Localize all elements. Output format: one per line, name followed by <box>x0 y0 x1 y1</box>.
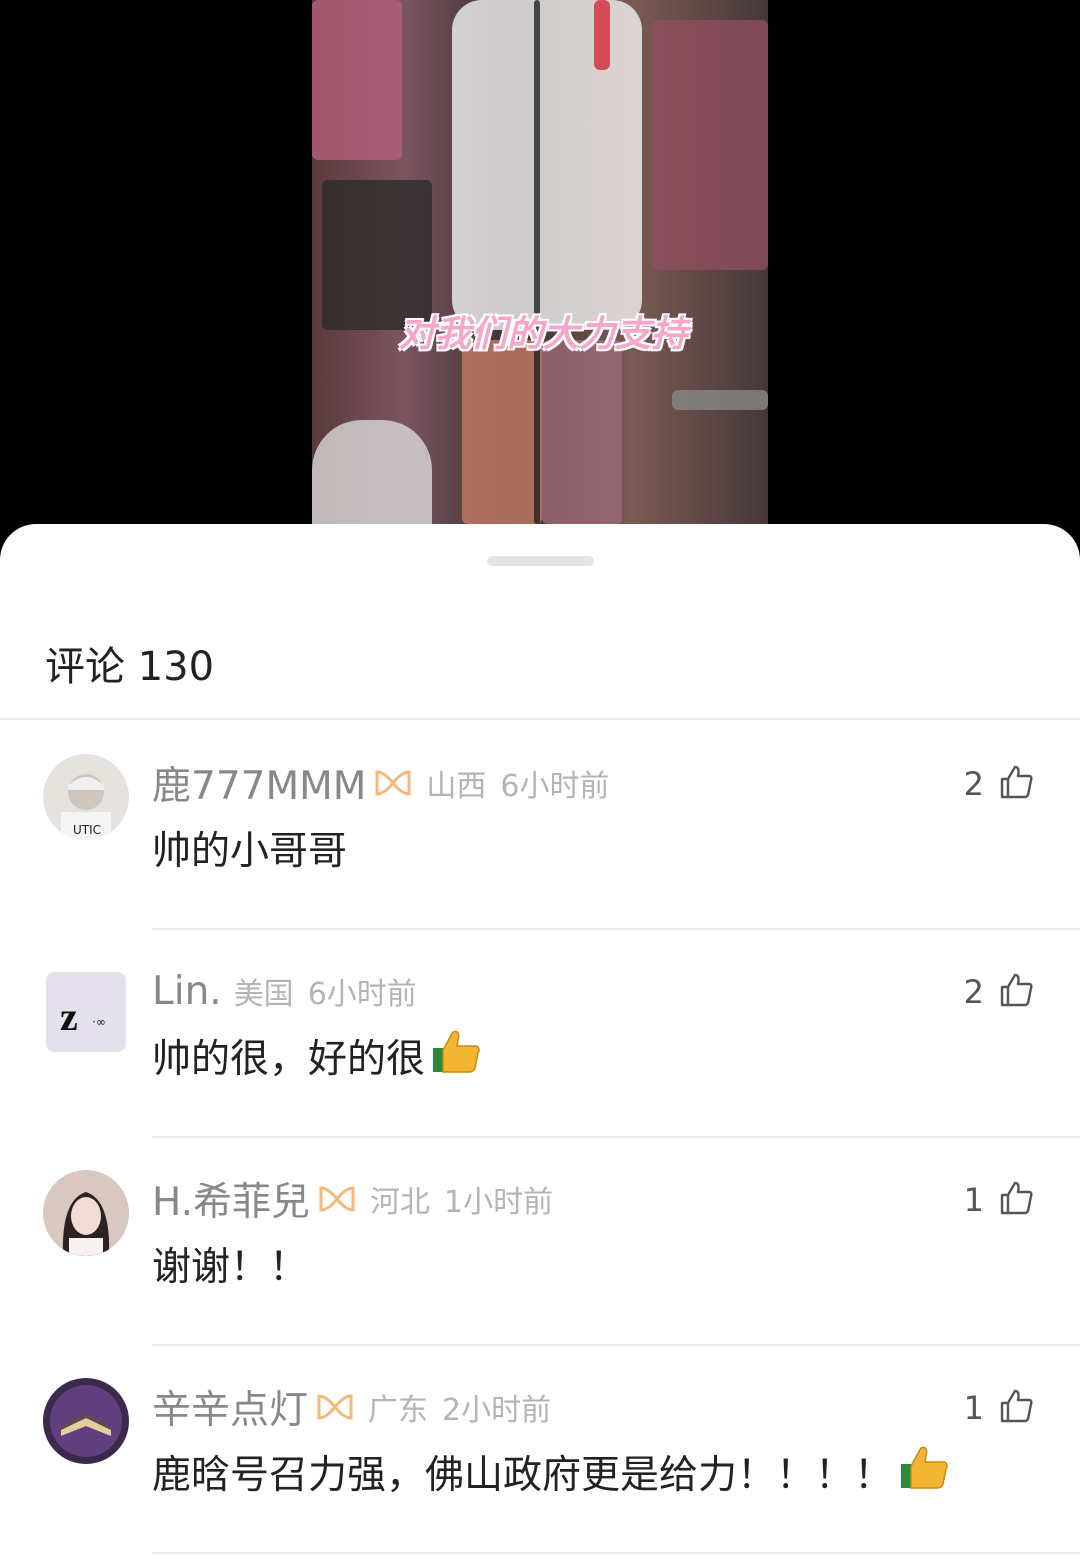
comment-text: 帅的小哥哥 <box>152 829 348 874</box>
video-subtitle: 对我们的大力支持 <box>398 314 687 355</box>
thumbs-up-icon <box>998 764 1034 804</box>
like-count: 1 <box>963 1181 984 1219</box>
username[interactable]: 鹿777MMM <box>152 755 366 811</box>
header-divider <box>0 718 1080 720</box>
row-divider <box>152 1552 1080 1554</box>
video-frame[interactable]: 对我们的大力支持 <box>312 0 768 524</box>
like-button[interactable]: 2 <box>964 764 1034 804</box>
comment-text: 谢谢！！ <box>152 1245 309 1290</box>
comments-sheet: 评论 130 UTIC 鹿777MMM 山西 6小时前 帅的小哥哥 2 z ·∞… <box>0 524 1080 1562</box>
comment-text: 鹿晗号召力强，佛山政府更是给力！！！！ <box>152 1453 894 1498</box>
like-button[interactable]: 1 <box>964 1388 1034 1428</box>
drag-handle[interactable] <box>487 556 594 566</box>
like-count: 2 <box>963 765 984 803</box>
comment-region: 美国 <box>233 977 294 1012</box>
username[interactable]: H.希菲兒 <box>152 1171 310 1227</box>
comment-item: 辛辛点灯 广东 2小时前 鹿晗号召力强，佛山政府更是给力！！！！ 1 <box>0 1346 1080 1554</box>
vip-badge-icon <box>318 1184 356 1214</box>
comment-text: 帅的很，好的很 <box>152 1037 426 1082</box>
like-count: 1 <box>963 1389 984 1427</box>
comment-text-line: 鹿晗号召力强，佛山政府更是给力！！！！ <box>152 1444 949 1500</box>
like-count: 2 <box>963 973 984 1011</box>
avatar[interactable]: UTIC <box>43 754 129 840</box>
svg-text:z: z <box>60 994 78 1039</box>
thumbs-up-emoji <box>899 1444 949 1500</box>
comments-title: 评论 130 <box>45 644 215 690</box>
comment-text-line: 帅的很，好的很 <box>152 1028 481 1084</box>
like-button[interactable]: 1 <box>964 1180 1034 1220</box>
comment-time: 1小时前 <box>444 1185 554 1220</box>
thumbs-up-emoji <box>431 1028 481 1084</box>
video-player[interactable]: 对我们的大力支持 <box>0 0 1080 540</box>
svg-text:·∞: ·∞ <box>92 1015 106 1029</box>
comment-time: 6小时前 <box>307 977 417 1012</box>
vip-badge-icon <box>316 1392 354 1422</box>
avatar[interactable] <box>43 1170 129 1256</box>
comment-item: z ·∞ Lin. 美国 6小时前 帅的很，好的很 2 <box>0 930 1080 1138</box>
username[interactable]: Lin. <box>152 969 222 1014</box>
username[interactable]: 辛辛点灯 <box>152 1379 308 1435</box>
comment-region: 河北 <box>370 1185 431 1220</box>
comment-item: UTIC 鹿777MMM 山西 6小时前 帅的小哥哥 2 <box>0 722 1080 930</box>
vip-badge-icon <box>374 768 412 798</box>
thumbs-up-icon <box>998 1180 1034 1220</box>
comment-region: 山西 <box>426 769 487 804</box>
avatar[interactable] <box>43 1378 129 1464</box>
thumbs-up-icon <box>998 1388 1034 1428</box>
like-button[interactable]: 2 <box>964 972 1034 1012</box>
comment-time: 2小时前 <box>442 1393 552 1428</box>
avatar[interactable]: z ·∞ <box>46 972 126 1052</box>
thumbs-up-icon <box>998 972 1034 1012</box>
svg-text:UTIC: UTIC <box>73 823 101 837</box>
comment-item: H.希菲兒 河北 1小时前 谢谢！！ 1 <box>0 1138 1080 1346</box>
comment-time: 6小时前 <box>500 769 610 804</box>
comment-region: 广东 <box>368 1393 429 1428</box>
